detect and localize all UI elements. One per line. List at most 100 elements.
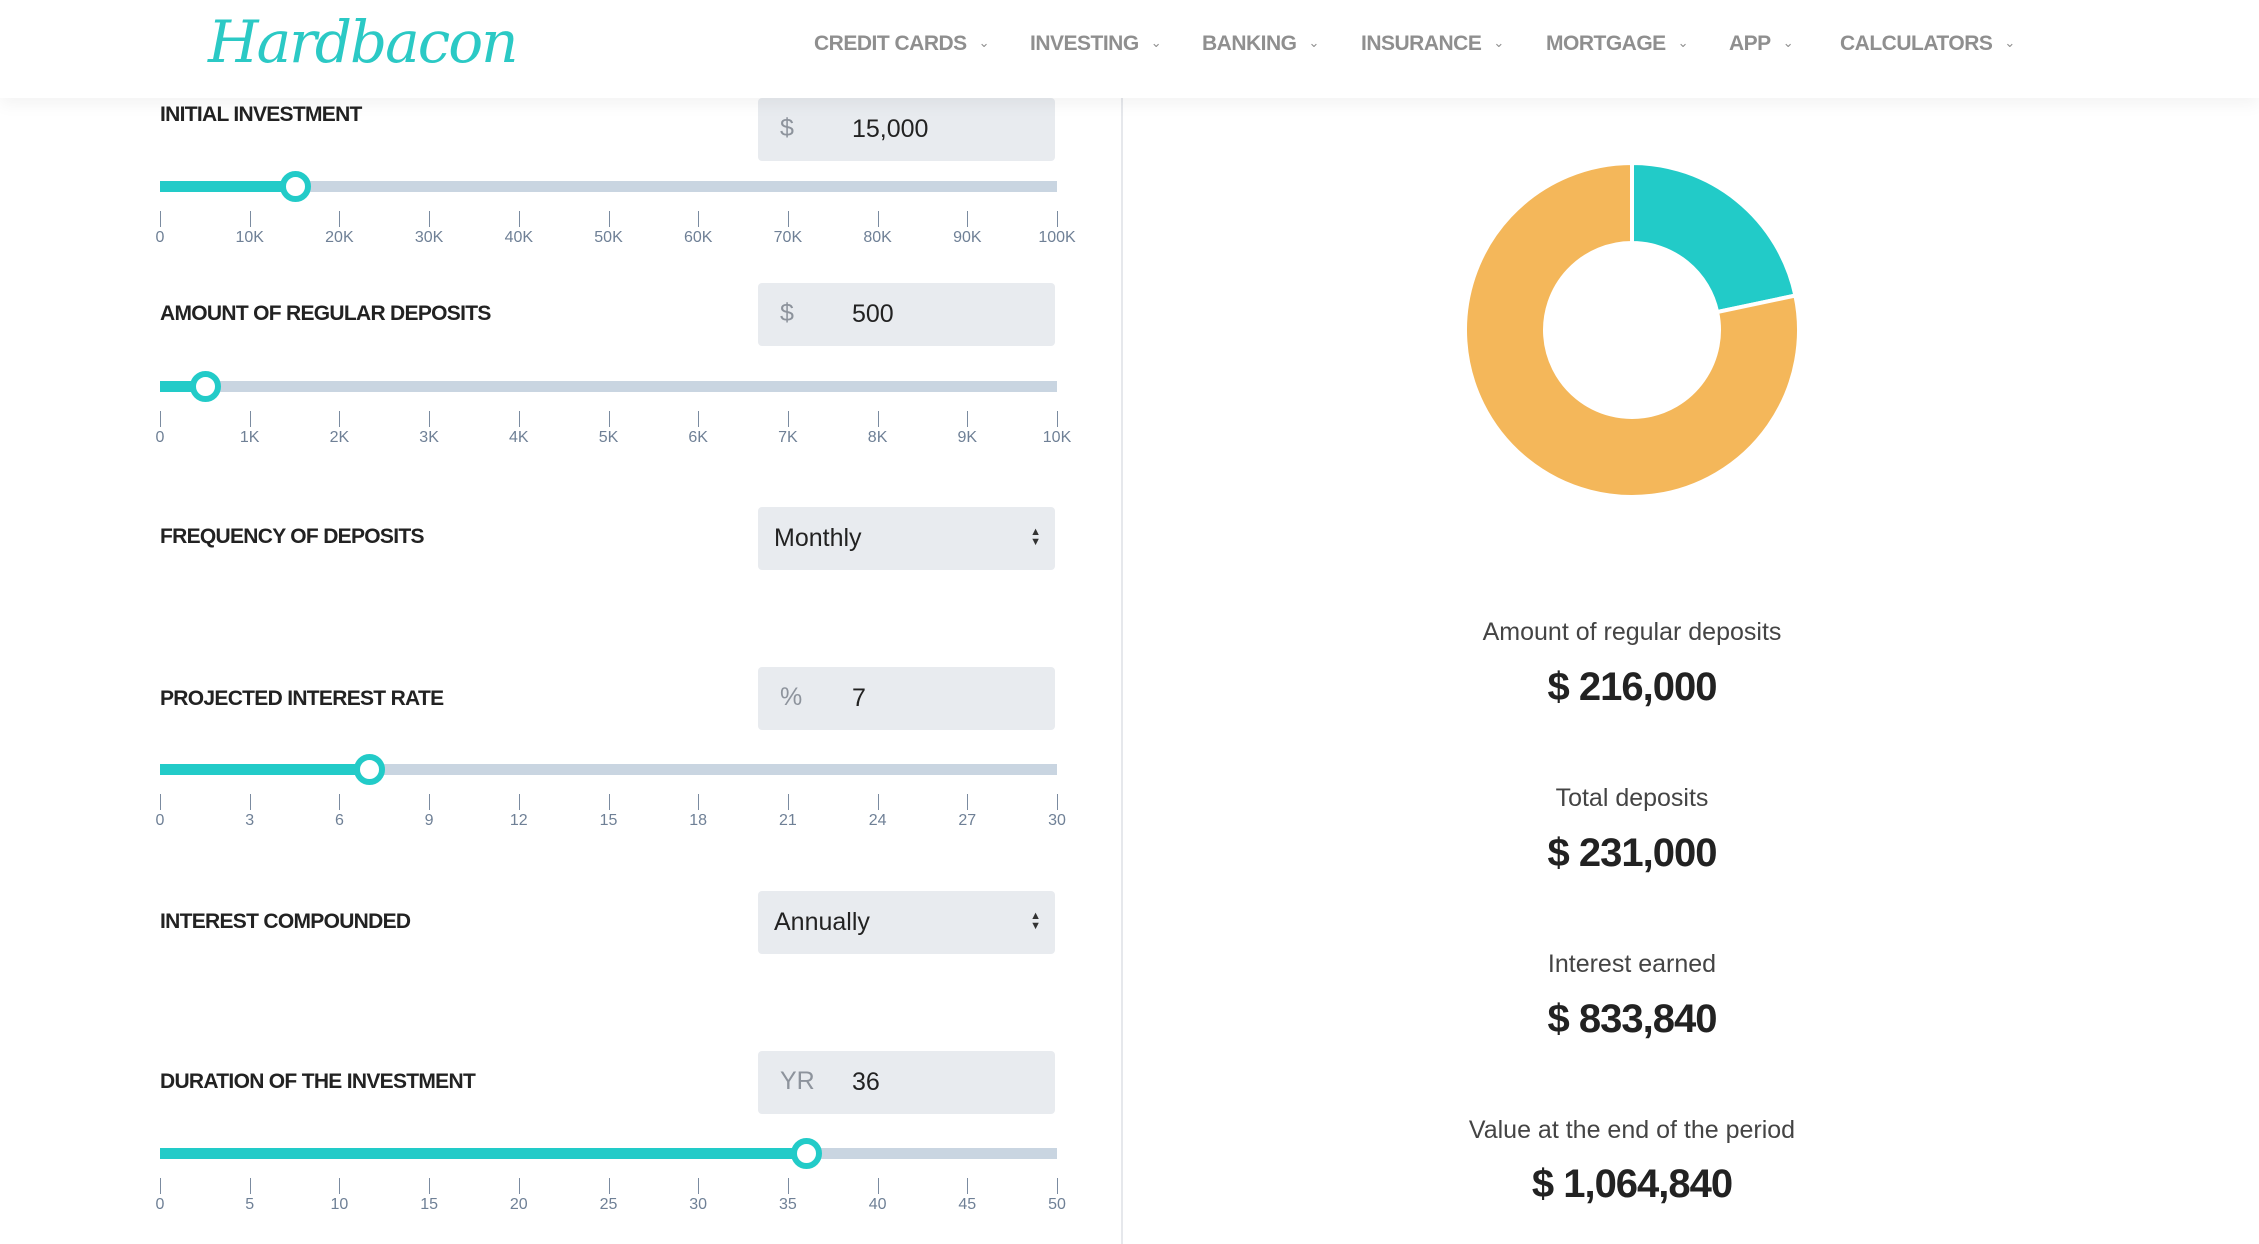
duration-input[interactable]: YR 36 [758, 1051, 1055, 1114]
header: Hardbacon CREDIT CARDS ⌄ INVESTING ⌄ BANKING… [0, 0, 2259, 98]
compound-select[interactable]: Annually ▲ ▼ [758, 891, 1055, 954]
select-arrows-icon: ▲ ▼ [1030, 526, 1041, 548]
frequency-label: FREQUENCY OF DEPOSITS [160, 525, 424, 548]
tick-label: 12 [509, 812, 528, 829]
chevron-down-icon: ⌄ [1308, 35, 1320, 50]
tick-label: 0 [155, 1196, 165, 1213]
nav-label: BANKING [1202, 32, 1297, 55]
tick-label: 6 [334, 812, 344, 829]
deposits-input[interactable]: $500 [758, 283, 1055, 346]
chevron-down-icon: ⌄ [2004, 35, 2015, 50]
rate-label: PROJECTED INTEREST RATE [160, 687, 444, 710]
initial-ticks: 0 10K 20K 30K 40K 50K 60K 70K 80K 90K 100K [156, 211, 1076, 251]
deposits-unit: $ [780, 299, 794, 327]
duration-unit: YR [780, 1067, 815, 1095]
deposits-slider[interactable] [160, 371, 1057, 402]
nav-insurance[interactable]: INSURANCE ⌄ [1361, 32, 1504, 56]
tick-label: 7K [778, 429, 798, 446]
rate-slider[interactable] [160, 754, 1057, 785]
compound-selected: Annually [774, 908, 870, 936]
rate-unit: % [780, 683, 803, 711]
nav-calculators[interactable]: CALCULATORS ⌄ [1840, 32, 2015, 56]
nav-label: APP [1729, 32, 1771, 55]
nav-credit-cards[interactable]: CREDIT CARDS ⌄ [814, 32, 990, 56]
slider-thumb[interactable] [189, 371, 221, 402]
nav-app[interactable]: APP ⌄ [1729, 32, 1794, 56]
tick-label: 0 [155, 429, 165, 446]
nav-label: INVESTING [1030, 32, 1139, 55]
result-value: $ 231,000 [1547, 831, 1718, 875]
tick-label: 80K [863, 229, 892, 246]
nav-investing[interactable]: INVESTING ⌄ [1030, 32, 1162, 56]
chevron-down-icon: ⌄ [1493, 35, 1504, 50]
tick-label: 27 [958, 812, 977, 829]
slider-thumb[interactable] [279, 171, 311, 202]
tick-label: 10K [1042, 429, 1072, 446]
tick-label: 15 [420, 1196, 438, 1213]
tick-label: 30 [1048, 812, 1066, 829]
tick-label: 50 [1048, 1196, 1066, 1213]
initial-input[interactable]: $15,000 [758, 98, 1055, 161]
rate-ticks: 0 3 6 9 12 15 18 21 24 27 30 [156, 794, 1066, 834]
slider-fill [160, 764, 370, 775]
tick-label: 40 [868, 1196, 887, 1213]
donut-slice[interactable] [1630, 160, 1798, 315]
donut-chart [1463, 160, 1801, 499]
deposits-label: AMOUNT OF REGULAR DEPOSITS [160, 302, 491, 325]
tick-label: 10K [235, 229, 264, 246]
tick-label: 3 [245, 812, 255, 829]
tick-label: 35 [778, 1196, 797, 1213]
chevron-down-icon: ⌄ [978, 35, 990, 50]
duration-slider[interactable] [160, 1138, 1057, 1169]
initial-unit: $ [780, 114, 794, 142]
result-value: $ 216,000 [1547, 665, 1718, 709]
column-divider [1121, 98, 1123, 1244]
tick-label: 40K [504, 229, 534, 246]
tick-label: 90K [953, 229, 982, 246]
tick-label: 6K [688, 429, 708, 446]
slider-thumb[interactable] [790, 1138, 822, 1169]
rate-value: 7 [852, 684, 866, 712]
initial-slider[interactable] [160, 171, 1057, 202]
tick-label: 100K [1038, 229, 1076, 246]
tick-label: 8K [867, 429, 888, 446]
frequency-select[interactable]: Monthly ▲ ▼ [758, 507, 1055, 570]
deposits-ticks: 0 1K 2K 3K 4K 5K 6K 7K 8K 9K 10K [156, 411, 1071, 451]
duration-label: DURATION OF THE INVESTMENT [160, 1070, 476, 1093]
result-value: $ 833,840 [1547, 997, 1718, 1041]
tick-label: 18 [689, 812, 708, 829]
initial-value: 15,000 [852, 115, 929, 143]
slider-fill [160, 181, 295, 192]
chevron-down-icon: ⌄ [1150, 35, 1162, 50]
chevron-down-icon: ⌄ [1782, 35, 1794, 50]
nav-mortgage[interactable]: MORTGAGE ⌄ [1546, 32, 1689, 56]
nav-banking[interactable]: BANKING ⌄ [1202, 32, 1319, 56]
tick-label: 50K [594, 229, 623, 246]
result-label: Total deposits [1555, 784, 1709, 812]
initial-label: INITIAL INVESTMENT [160, 103, 362, 126]
result-label: Interest earned [1547, 950, 1717, 978]
frequency-selected: Monthly [774, 524, 862, 552]
slider-fill [160, 1148, 806, 1159]
tick-label: 45 [958, 1196, 977, 1213]
hardbacon-logo[interactable]: Hardbacon [208, 8, 518, 76]
tick-label: 70K [773, 229, 803, 246]
result-value: $ 1,064,840 [1531, 1162, 1733, 1206]
chevron-down-icon: ⌄ [1677, 35, 1689, 50]
tick-label: 21 [778, 812, 797, 829]
slider-thumb[interactable] [354, 754, 386, 785]
duration-value: 36 [852, 1068, 880, 1096]
tick-label: 2K [329, 429, 350, 446]
compound-label: INTEREST COMPOUNDED [160, 910, 411, 933]
result-label: Amount of regular deposits [1482, 618, 1782, 646]
tick-label: 60K [683, 229, 713, 246]
deposits-value: 500 [852, 300, 894, 328]
tick-label: 30K [414, 229, 444, 246]
tick-label: 0 [155, 812, 165, 829]
nav-label: MORTGAGE [1546, 32, 1666, 55]
rate-input[interactable]: % 7 [758, 667, 1055, 730]
tick-label: 1K [239, 429, 260, 446]
tick-label: 25 [599, 1196, 618, 1213]
select-arrows-icon: ▲ ▼ [1030, 910, 1041, 932]
nav-label: CREDIT CARDS [814, 32, 967, 55]
